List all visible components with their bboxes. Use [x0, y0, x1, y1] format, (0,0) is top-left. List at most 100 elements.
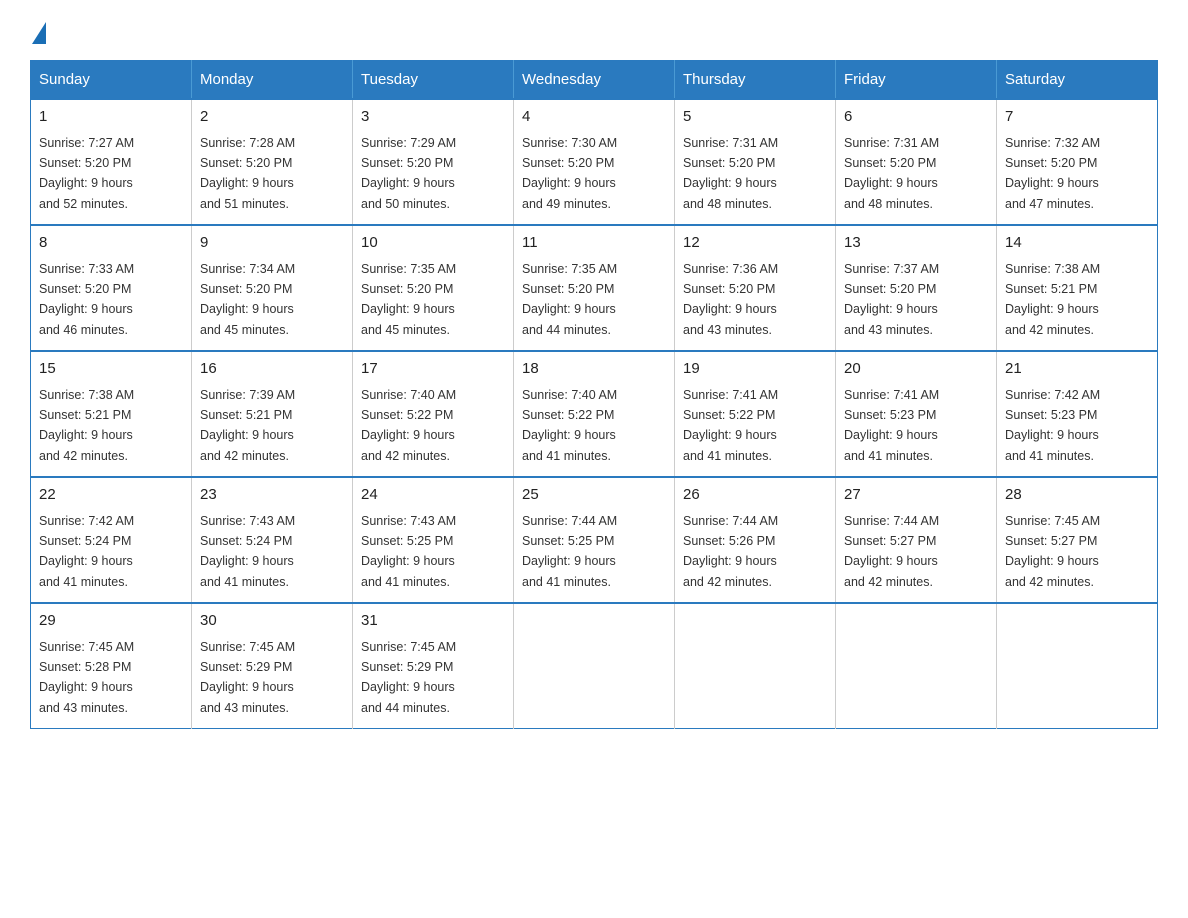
day-number: 18 — [522, 358, 666, 381]
calendar-cell: 29 Sunrise: 7:45 AMSunset: 5:28 PMDaylig… — [31, 603, 192, 729]
day-info: Sunrise: 7:40 AMSunset: 5:22 PMDaylight:… — [522, 388, 617, 463]
calendar-header-row: SundayMondayTuesdayWednesdayThursdayFrid… — [31, 61, 1158, 100]
calendar-cell: 6 Sunrise: 7:31 AMSunset: 5:20 PMDayligh… — [836, 99, 997, 225]
day-info: Sunrise: 7:27 AMSunset: 5:20 PMDaylight:… — [39, 136, 134, 211]
day-info: Sunrise: 7:31 AMSunset: 5:20 PMDaylight:… — [683, 136, 778, 211]
day-number: 9 — [200, 232, 344, 255]
calendar-cell: 26 Sunrise: 7:44 AMSunset: 5:26 PMDaylig… — [675, 477, 836, 603]
calendar-cell: 5 Sunrise: 7:31 AMSunset: 5:20 PMDayligh… — [675, 99, 836, 225]
calendar-cell: 31 Sunrise: 7:45 AMSunset: 5:29 PMDaylig… — [353, 603, 514, 729]
day-info: Sunrise: 7:45 AMSunset: 5:29 PMDaylight:… — [361, 640, 456, 715]
calendar-week-row: 15 Sunrise: 7:38 AMSunset: 5:21 PMDaylig… — [31, 351, 1158, 477]
calendar-cell: 2 Sunrise: 7:28 AMSunset: 5:20 PMDayligh… — [192, 99, 353, 225]
header-sunday: Sunday — [31, 61, 192, 100]
day-info: Sunrise: 7:33 AMSunset: 5:20 PMDaylight:… — [39, 262, 134, 337]
day-info: Sunrise: 7:45 AMSunset: 5:29 PMDaylight:… — [200, 640, 295, 715]
day-info: Sunrise: 7:38 AMSunset: 5:21 PMDaylight:… — [39, 388, 134, 463]
day-number: 1 — [39, 106, 183, 129]
day-number: 15 — [39, 358, 183, 381]
day-info: Sunrise: 7:40 AMSunset: 5:22 PMDaylight:… — [361, 388, 456, 463]
header-wednesday: Wednesday — [514, 61, 675, 100]
day-info: Sunrise: 7:45 AMSunset: 5:28 PMDaylight:… — [39, 640, 134, 715]
day-info: Sunrise: 7:34 AMSunset: 5:20 PMDaylight:… — [200, 262, 295, 337]
day-number: 17 — [361, 358, 505, 381]
day-number: 7 — [1005, 106, 1149, 129]
logo — [30, 20, 46, 44]
day-info: Sunrise: 7:39 AMSunset: 5:21 PMDaylight:… — [200, 388, 295, 463]
calendar-cell: 15 Sunrise: 7:38 AMSunset: 5:21 PMDaylig… — [31, 351, 192, 477]
day-info: Sunrise: 7:29 AMSunset: 5:20 PMDaylight:… — [361, 136, 456, 211]
calendar-cell — [675, 603, 836, 729]
day-info: Sunrise: 7:30 AMSunset: 5:20 PMDaylight:… — [522, 136, 617, 211]
day-info: Sunrise: 7:43 AMSunset: 5:24 PMDaylight:… — [200, 514, 295, 589]
calendar-cell: 8 Sunrise: 7:33 AMSunset: 5:20 PMDayligh… — [31, 225, 192, 351]
calendar-cell: 11 Sunrise: 7:35 AMSunset: 5:20 PMDaylig… — [514, 225, 675, 351]
page-header — [30, 20, 1158, 44]
day-info: Sunrise: 7:35 AMSunset: 5:20 PMDaylight:… — [522, 262, 617, 337]
day-number: 30 — [200, 610, 344, 633]
calendar-week-row: 29 Sunrise: 7:45 AMSunset: 5:28 PMDaylig… — [31, 603, 1158, 729]
day-number: 22 — [39, 484, 183, 507]
day-info: Sunrise: 7:44 AMSunset: 5:25 PMDaylight:… — [522, 514, 617, 589]
header-saturday: Saturday — [997, 61, 1158, 100]
day-number: 31 — [361, 610, 505, 633]
day-info: Sunrise: 7:32 AMSunset: 5:20 PMDaylight:… — [1005, 136, 1100, 211]
calendar-cell — [836, 603, 997, 729]
calendar-cell: 28 Sunrise: 7:45 AMSunset: 5:27 PMDaylig… — [997, 477, 1158, 603]
day-info: Sunrise: 7:44 AMSunset: 5:26 PMDaylight:… — [683, 514, 778, 589]
day-number: 11 — [522, 232, 666, 255]
calendar-cell: 14 Sunrise: 7:38 AMSunset: 5:21 PMDaylig… — [997, 225, 1158, 351]
calendar-cell: 17 Sunrise: 7:40 AMSunset: 5:22 PMDaylig… — [353, 351, 514, 477]
day-number: 4 — [522, 106, 666, 129]
day-info: Sunrise: 7:37 AMSunset: 5:20 PMDaylight:… — [844, 262, 939, 337]
day-number: 10 — [361, 232, 505, 255]
day-number: 8 — [39, 232, 183, 255]
calendar-cell: 12 Sunrise: 7:36 AMSunset: 5:20 PMDaylig… — [675, 225, 836, 351]
day-number: 5 — [683, 106, 827, 129]
calendar-cell: 25 Sunrise: 7:44 AMSunset: 5:25 PMDaylig… — [514, 477, 675, 603]
day-number: 12 — [683, 232, 827, 255]
day-number: 29 — [39, 610, 183, 633]
day-info: Sunrise: 7:31 AMSunset: 5:20 PMDaylight:… — [844, 136, 939, 211]
calendar-cell: 4 Sunrise: 7:30 AMSunset: 5:20 PMDayligh… — [514, 99, 675, 225]
day-number: 24 — [361, 484, 505, 507]
calendar-cell: 30 Sunrise: 7:45 AMSunset: 5:29 PMDaylig… — [192, 603, 353, 729]
day-number: 3 — [361, 106, 505, 129]
calendar-cell: 10 Sunrise: 7:35 AMSunset: 5:20 PMDaylig… — [353, 225, 514, 351]
calendar-cell — [514, 603, 675, 729]
calendar-cell: 21 Sunrise: 7:42 AMSunset: 5:23 PMDaylig… — [997, 351, 1158, 477]
day-info: Sunrise: 7:42 AMSunset: 5:23 PMDaylight:… — [1005, 388, 1100, 463]
day-info: Sunrise: 7:36 AMSunset: 5:20 PMDaylight:… — [683, 262, 778, 337]
day-number: 20 — [844, 358, 988, 381]
calendar-cell: 9 Sunrise: 7:34 AMSunset: 5:20 PMDayligh… — [192, 225, 353, 351]
calendar-cell: 23 Sunrise: 7:43 AMSunset: 5:24 PMDaylig… — [192, 477, 353, 603]
logo-triangle-icon — [32, 22, 46, 44]
calendar-cell: 27 Sunrise: 7:44 AMSunset: 5:27 PMDaylig… — [836, 477, 997, 603]
day-number: 2 — [200, 106, 344, 129]
calendar-week-row: 8 Sunrise: 7:33 AMSunset: 5:20 PMDayligh… — [31, 225, 1158, 351]
calendar-cell — [997, 603, 1158, 729]
calendar-cell: 7 Sunrise: 7:32 AMSunset: 5:20 PMDayligh… — [997, 99, 1158, 225]
header-monday: Monday — [192, 61, 353, 100]
calendar-cell: 18 Sunrise: 7:40 AMSunset: 5:22 PMDaylig… — [514, 351, 675, 477]
day-info: Sunrise: 7:45 AMSunset: 5:27 PMDaylight:… — [1005, 514, 1100, 589]
day-number: 27 — [844, 484, 988, 507]
day-info: Sunrise: 7:42 AMSunset: 5:24 PMDaylight:… — [39, 514, 134, 589]
day-number: 6 — [844, 106, 988, 129]
day-number: 14 — [1005, 232, 1149, 255]
day-number: 21 — [1005, 358, 1149, 381]
header-thursday: Thursday — [675, 61, 836, 100]
calendar-cell: 13 Sunrise: 7:37 AMSunset: 5:20 PMDaylig… — [836, 225, 997, 351]
day-number: 13 — [844, 232, 988, 255]
day-info: Sunrise: 7:41 AMSunset: 5:22 PMDaylight:… — [683, 388, 778, 463]
header-friday: Friday — [836, 61, 997, 100]
day-number: 28 — [1005, 484, 1149, 507]
calendar-cell: 16 Sunrise: 7:39 AMSunset: 5:21 PMDaylig… — [192, 351, 353, 477]
day-info: Sunrise: 7:44 AMSunset: 5:27 PMDaylight:… — [844, 514, 939, 589]
day-info: Sunrise: 7:43 AMSunset: 5:25 PMDaylight:… — [361, 514, 456, 589]
day-info: Sunrise: 7:41 AMSunset: 5:23 PMDaylight:… — [844, 388, 939, 463]
calendar-cell: 20 Sunrise: 7:41 AMSunset: 5:23 PMDaylig… — [836, 351, 997, 477]
calendar-cell: 24 Sunrise: 7:43 AMSunset: 5:25 PMDaylig… — [353, 477, 514, 603]
calendar-table: SundayMondayTuesdayWednesdayThursdayFrid… — [30, 60, 1158, 729]
calendar-cell: 22 Sunrise: 7:42 AMSunset: 5:24 PMDaylig… — [31, 477, 192, 603]
